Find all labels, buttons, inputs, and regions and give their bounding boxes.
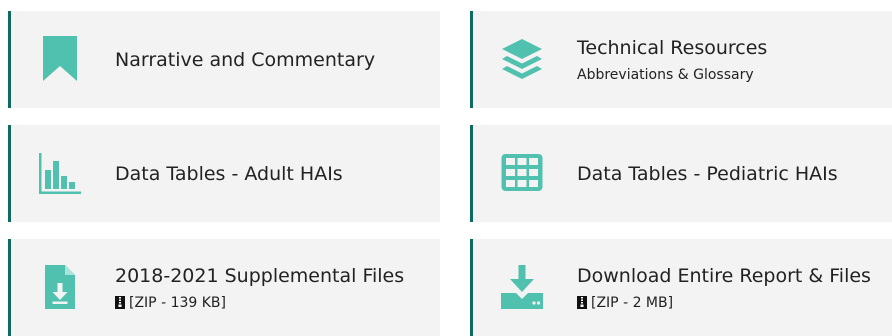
file-info[interactable]: [ZIP - 139 KB] bbox=[115, 294, 430, 312]
bar-chart-icon bbox=[37, 149, 83, 197]
card-title: Technical Resources bbox=[577, 36, 768, 59]
card-data-tables-pediatric[interactable]: Data Tables - Pediatric HAIs bbox=[470, 125, 892, 222]
card-supplemental-files[interactable]: 2018-2021 Supplemental Files [ZIP - 139 … bbox=[8, 239, 440, 336]
download-tray-icon bbox=[499, 263, 545, 311]
file-size-label: [ZIP - 2 MB] bbox=[591, 294, 674, 311]
zip-file-icon bbox=[115, 296, 125, 309]
table-icon bbox=[499, 149, 545, 197]
file-size-label: [ZIP - 139 KB] bbox=[129, 294, 226, 311]
card-title: Data Tables - Pediatric HAIs bbox=[577, 162, 838, 185]
card-title: Data Tables - Adult HAIs bbox=[115, 162, 343, 185]
card-data-tables-adult[interactable]: Data Tables - Adult HAIs bbox=[8, 125, 440, 222]
card-title: Download Entire Report & Files bbox=[577, 264, 871, 287]
bookmark-icon bbox=[37, 35, 83, 83]
card-technical-resources[interactable]: Technical Resources Abbreviations & Glos… bbox=[470, 11, 892, 108]
file-download-icon bbox=[37, 263, 83, 311]
card-title: Narrative and Commentary bbox=[115, 48, 376, 71]
card-title: 2018-2021 Supplemental Files bbox=[115, 264, 405, 287]
card-download-entire-report[interactable]: Download Entire Report & Files [ZIP - 2 … bbox=[470, 239, 892, 336]
file-info[interactable]: [ZIP - 2 MB] bbox=[577, 294, 892, 312]
layers-icon bbox=[499, 35, 545, 83]
zip-file-icon bbox=[577, 296, 587, 309]
card-narrative-commentary[interactable]: Narrative and Commentary bbox=[8, 11, 440, 108]
card-subtitle: Abbreviations & Glossary bbox=[577, 66, 754, 83]
